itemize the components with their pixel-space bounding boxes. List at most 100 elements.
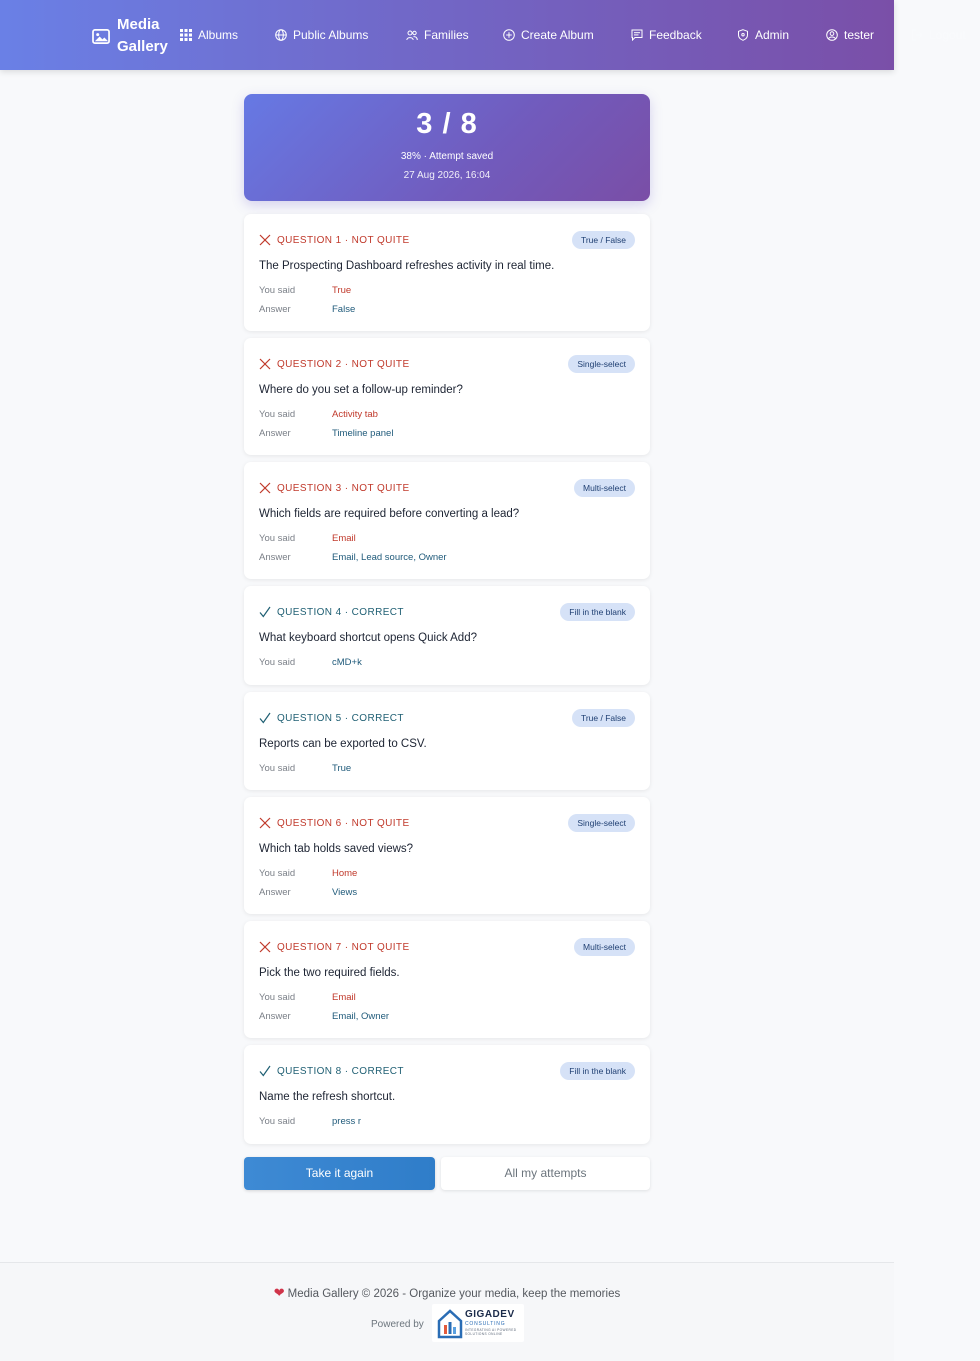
you-said-row: You said Activity tab: [259, 409, 378, 420]
question-text: What keyboard shortcut opens Quick Add?: [259, 632, 477, 644]
question-card: QUESTION 4 · CORRECT Fill in the blank W…: [244, 586, 650, 685]
gigadev-logo[interactable]: GIGADEV CONSULTING INTEGRATING AI POWERE…: [432, 1304, 524, 1342]
image-icon: [92, 28, 110, 44]
heart-icon: ❤: [273, 1285, 285, 1300]
check-icon: [259, 712, 271, 724]
nav-create-album[interactable]: Create Album: [503, 26, 594, 44]
score-card: 3 / 8 38% · Attempt saved 27 Aug 2026, 1…: [244, 94, 650, 201]
nav-label: Public Albums: [293, 28, 369, 42]
attempt-timestamp: 27 Aug 2026, 16:04: [403, 170, 491, 181]
question-text: The Prospecting Dashboard refreshes acti…: [259, 260, 555, 272]
cross-icon: [259, 234, 271, 246]
nav-label: Feedback: [649, 28, 702, 42]
question-card: QUESTION 2 · NOT QUITE Single-select Whe…: [244, 338, 650, 455]
answer-row: Answer False: [259, 304, 356, 315]
question-type-badge: True / False: [571, 231, 635, 249]
top-navbar: Media Gallery Albums Public Albums Famil…: [0, 0, 966, 70]
you-said-row: You said press r: [259, 1116, 362, 1127]
question-card: QUESTION 7 · NOT QUITE Multi-select Pick…: [244, 921, 650, 1038]
cross-icon: [259, 817, 271, 829]
answer-value: Views: [332, 887, 358, 898]
check-icon: [259, 606, 271, 618]
nav-label: Families: [424, 28, 469, 42]
question-header: QUESTION 6 · NOT QUITE: [259, 817, 410, 829]
nav-families[interactable]: Families: [406, 26, 469, 44]
you-said-value: Email: [332, 533, 356, 544]
question-text: Name the refresh shortcut.: [259, 1091, 396, 1103]
question-header: QUESTION 2 · NOT QUITE: [259, 358, 410, 370]
building-logo-icon: [437, 1309, 463, 1339]
question-type-badge: True / False: [571, 709, 635, 727]
people-icon: [406, 30, 418, 41]
question-text: Reports can be exported to CSV.: [259, 738, 427, 750]
cross-icon: [259, 482, 271, 494]
you-said-row: You said Home: [259, 868, 358, 879]
question-type-badge: Multi-select: [574, 479, 635, 497]
logout-icon: [912, 29, 923, 41]
shield-icon: [738, 29, 748, 41]
question-type-badge: Multi-select: [574, 938, 635, 956]
you-said-value: Email: [332, 992, 356, 1003]
question-card: QUESTION 3 · NOT QUITE Multi-select Whic…: [244, 462, 650, 579]
you-said-value: cMD+k: [332, 657, 362, 668]
you-said-row: You said Email: [259, 533, 356, 544]
question-text: Which tab holds saved views?: [259, 843, 414, 855]
you-said-value: press r: [332, 1116, 362, 1127]
question-header: QUESTION 3 · NOT QUITE: [259, 482, 410, 494]
answer-row: Answer Timeline panel: [259, 428, 394, 439]
cross-icon: [259, 358, 271, 370]
footer: ❤ Media Gallery © 2026 - Organize your me…: [0, 1262, 894, 1361]
answer-row: Answer Views: [259, 887, 358, 898]
check-icon: [259, 1065, 271, 1077]
you-said-row: You said True: [259, 763, 352, 774]
message-icon: [631, 29, 643, 41]
you-said-value: True: [332, 285, 352, 296]
nav-label: Albums: [198, 28, 239, 42]
globe-icon: [275, 29, 287, 41]
nav-albums[interactable]: Albums: [180, 26, 238, 44]
brand-link[interactable]: Media Gallery: [92, 14, 168, 58]
take-again-button[interactable]: Take it again: [244, 1157, 435, 1190]
plus-circle-icon: [503, 29, 515, 41]
question-header: QUESTION 8 · CORRECT: [259, 1065, 404, 1077]
nav-label: Logout: [929, 28, 966, 42]
question-card: QUESTION 1 · NOT QUITE True / False The …: [244, 214, 650, 331]
question-type-badge: Single-select: [568, 814, 635, 832]
answer-value: False: [332, 304, 356, 315]
nav-logout[interactable]: Logout: [911, 26, 966, 44]
you-said-value: Activity tab: [332, 409, 378, 420]
cross-icon: [259, 941, 271, 953]
question-header: QUESTION 4 · CORRECT: [259, 606, 404, 618]
question-type-badge: Fill in the blank: [560, 603, 635, 621]
question-text: Where do you set a follow-up reminder?: [259, 384, 463, 396]
brand-name: Media Gallery: [117, 16, 168, 55]
answer-value: Timeline panel: [332, 428, 394, 439]
question-text: Pick the two required fields.: [259, 967, 400, 979]
answer-row: Answer Email, Lead source, Owner: [259, 552, 447, 563]
all-attempts-button[interactable]: All my attempts: [441, 1157, 650, 1190]
answer-row: Answer Email, Owner: [259, 1011, 390, 1022]
you-said-row: You said cMD+k: [259, 657, 362, 668]
question-card: QUESTION 5 · CORRECT True / False Report…: [244, 692, 650, 790]
question-header: QUESTION 1 · NOT QUITE: [259, 234, 410, 246]
score-value: 3 / 8: [416, 108, 478, 140]
you-said-row: You said Email: [259, 992, 356, 1003]
question-type-badge: Fill in the blank: [560, 1062, 635, 1080]
nav-feedback[interactable]: Feedback: [631, 26, 702, 44]
question-card: QUESTION 6 · NOT QUITE Single-select Whi…: [244, 797, 650, 914]
footer-text: ❤ Media Gallery © 2026 - Organize your me…: [273, 1285, 621, 1300]
question-header: QUESTION 5 · CORRECT: [259, 712, 404, 724]
nav-user-tester[interactable]: tester: [826, 26, 874, 44]
you-said-value: True: [332, 763, 352, 774]
you-said-row: You said True: [259, 285, 352, 296]
question-card: QUESTION 8 · CORRECT Fill in the blank N…: [244, 1045, 650, 1144]
you-said-value: Home: [332, 868, 358, 879]
nav-public-albums[interactable]: Public Albums: [275, 26, 368, 44]
nav-label: Admin: [755, 28, 790, 42]
nav-admin[interactable]: Admin: [737, 26, 789, 44]
score-summary: 38% · Attempt saved: [400, 151, 494, 162]
nav-label: tester: [844, 28, 875, 42]
nav-label: Create Album: [521, 28, 594, 42]
grid-icon: [180, 29, 192, 41]
question-type-badge: Single-select: [568, 355, 635, 373]
